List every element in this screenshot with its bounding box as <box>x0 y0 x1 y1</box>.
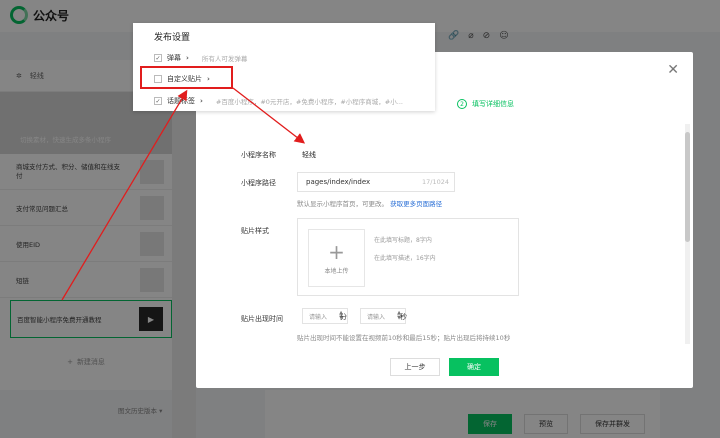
row-label: 话题标签 <box>167 97 195 105</box>
prev-step-button[interactable]: 上一步 <box>390 358 440 376</box>
time-hint: 贴片出现时间不能设置在视频前10秒和最后15秒；贴片出现后将持续10秒 <box>297 334 511 342</box>
row-sub: 所有人可发弹幕 <box>201 55 248 63</box>
danmaku-row[interactable]: ✓ 弹幕 › 所有人可发弹幕 <box>154 53 247 63</box>
second-unit: 秒 <box>400 313 407 321</box>
checkbox-checked[interactable]: ✓ <box>154 54 162 62</box>
row-sub: #百度小程序，#0元开店，#免费小程序，#小程序商城，#小... <box>215 98 403 106</box>
chevron-right-icon: › <box>200 97 203 105</box>
step-label: 填写详细信息 <box>472 100 514 108</box>
path-hint: 默认显示小程序首页，可更改。 获取更多页面路径 <box>297 198 442 208</box>
style-label: 贴片样式 <box>241 227 269 235</box>
popup-title: 发布设置 <box>154 33 191 43</box>
path-value: pages/index/index <box>306 178 371 186</box>
chevron-right-icon: › <box>186 54 189 62</box>
mp-name-label: 小程序名称 <box>241 151 276 159</box>
upload-label: 本地上传 <box>324 267 349 275</box>
checkbox-checked[interactable]: ✓ <box>154 97 162 105</box>
scrollbar-thumb[interactable] <box>685 132 690 242</box>
path-char-count: 17/1024 <box>421 178 449 186</box>
path-label: 小程序路径 <box>241 179 276 187</box>
confirm-button[interactable]: 确定 <box>449 358 499 376</box>
second-placeholder: 请输入 <box>367 313 386 321</box>
path-hint-text: 默认显示小程序首页，可更改。 <box>297 200 388 208</box>
card-style-box: + 本地上传 在此填写标题，8字内 在此填写描述，16字内 <box>297 218 519 296</box>
plus-icon: + <box>328 239 345 264</box>
mp-name-value: 轻线 <box>302 151 316 159</box>
minute-placeholder: 请输入 <box>309 313 328 321</box>
description-placeholder[interactable]: 在此填写描述，16字内 <box>374 253 436 262</box>
row-label: 弹幕 <box>167 54 181 62</box>
close-icon[interactable]: ✕ <box>667 62 679 78</box>
topic-tags-row[interactable]: ✓ 话题标签 › #百度小程序，#0元开店，#免费小程序，#小程序商城，#小..… <box>154 96 403 106</box>
path-input[interactable]: pages/index/index 17/1024 <box>297 172 455 192</box>
scrollbar[interactable] <box>685 124 690 344</box>
title-placeholder[interactable]: 在此填写标题，8字内 <box>374 235 432 244</box>
step-number: 2 <box>457 99 467 109</box>
more-paths-link[interactable]: 获取更多页面路径 <box>390 200 442 208</box>
step-indicator: 2 填写详细信息 <box>457 99 514 109</box>
annotation-highlight-box <box>140 66 233 89</box>
upload-button[interactable]: + 本地上传 <box>308 229 365 287</box>
minute-unit: 分 <box>340 313 347 321</box>
time-label: 贴片出现时间 <box>241 315 283 323</box>
